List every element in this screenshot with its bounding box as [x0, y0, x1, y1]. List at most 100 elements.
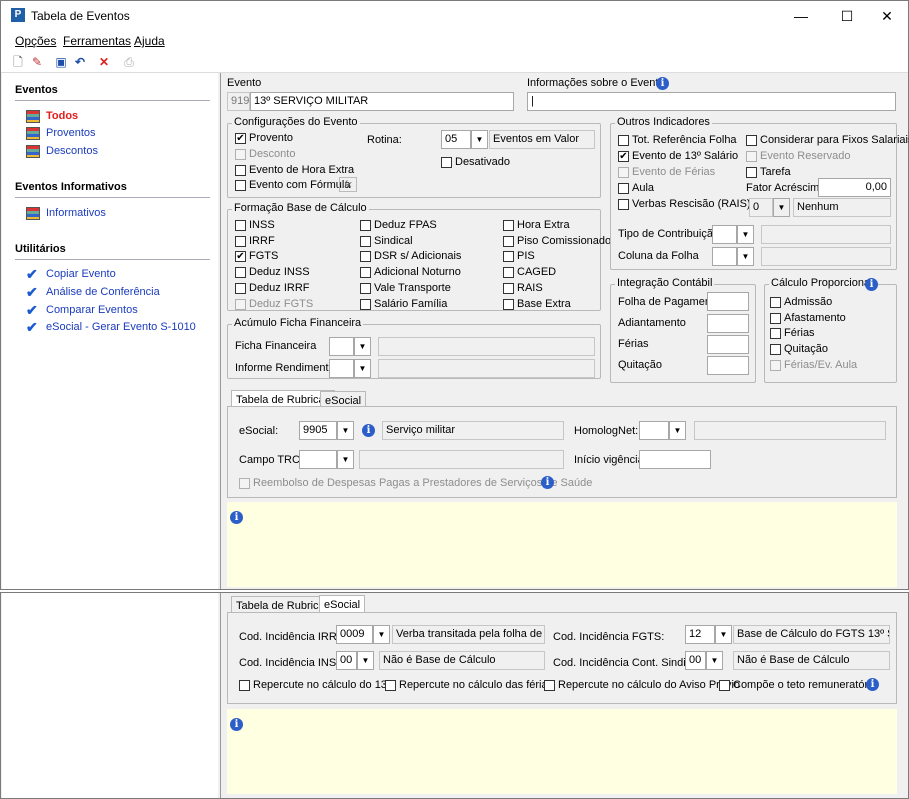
esocial-dropdown-icon[interactable]: ▼ [337, 421, 354, 440]
quitacao-prop-checkbox[interactable] [770, 344, 781, 355]
info-icon[interactable]: i [866, 678, 879, 691]
adiantamento-field[interactable] [707, 314, 749, 333]
info-icon[interactable]: i [230, 718, 243, 731]
irrf-code-field[interactable]: 0009 [336, 625, 373, 644]
inss-dropdown-icon[interactable]: ▼ [357, 651, 374, 670]
fgts-dropdown-icon[interactable]: ▼ [715, 625, 732, 644]
campo-trct-dropdown-icon[interactable]: ▼ [337, 450, 354, 469]
inicio-vigencia-field[interactable] [639, 450, 711, 469]
formacao-checkbox[interactable] [360, 251, 371, 263]
menu-ajuda[interactable]: Ajuda [134, 34, 165, 48]
campo-trct-field[interactable] [299, 450, 337, 469]
close-button[interactable]: ✕ [867, 3, 907, 29]
provento-checkbox[interactable]: ✔ [235, 133, 246, 144]
reembolso-checkbox[interactable] [239, 478, 250, 489]
hora-extra-checkbox[interactable] [235, 165, 246, 176]
edit-icon[interactable]: ✎ [29, 54, 45, 70]
formacao-checkbox[interactable] [235, 267, 246, 279]
menu-opcoes[interactable]: Opções [15, 34, 56, 48]
desativado-checkbox[interactable] [441, 157, 452, 168]
formacao-checkbox[interactable] [235, 282, 246, 294]
homolognet-field[interactable] [639, 421, 669, 440]
fator-field[interactable]: 0,00 [818, 178, 891, 197]
ferias-field[interactable] [707, 335, 749, 354]
formacao-checkbox[interactable] [360, 267, 371, 279]
folha-pagamento-field[interactable] [707, 292, 749, 311]
teto-checkbox[interactable] [719, 680, 730, 691]
quitacao-field[interactable] [707, 356, 749, 375]
fx-icon[interactable]: fx [339, 177, 357, 192]
formacao-checkbox[interactable] [360, 235, 371, 247]
coluna-folha-field[interactable] [712, 247, 737, 266]
coluna-folha-dropdown-icon[interactable]: ▼ [737, 247, 754, 266]
sidebar-item-informativos[interactable]: Informativos [26, 207, 106, 220]
repercute-aviso-checkbox[interactable] [544, 680, 555, 691]
afastamento-checkbox[interactable] [770, 313, 781, 324]
tipo-contrib-dropdown-icon[interactable]: ▼ [737, 225, 754, 244]
sidebar-item-analise[interactable]: ✔ Análise de Conferência [26, 285, 160, 299]
maximize-button[interactable]: ☐ [827, 3, 867, 29]
verbas-rescisao-checkbox[interactable] [618, 199, 629, 210]
evento-13-checkbox[interactable]: ✔ [618, 151, 629, 162]
evento-ferias-checkbox[interactable] [618, 167, 629, 178]
formacao-checkbox[interactable] [503, 267, 514, 279]
tot-ref-checkbox[interactable] [618, 135, 629, 146]
print-icon[interactable]: ⎙ [121, 54, 137, 70]
tarefa-checkbox[interactable] [746, 167, 757, 178]
formacao-checkbox[interactable] [503, 251, 514, 263]
rais-dropdown-icon[interactable]: ▼ [773, 198, 790, 217]
repercute-13-checkbox[interactable] [239, 680, 250, 691]
informe-field[interactable] [329, 359, 354, 378]
formacao-checkbox[interactable] [235, 235, 246, 247]
admissao-checkbox[interactable] [770, 297, 781, 308]
ficha-dropdown-icon[interactable]: ▼ [354, 337, 371, 356]
ferias-prop-checkbox[interactable] [770, 328, 781, 339]
undo-icon[interactable]: ↶ [72, 54, 88, 70]
formacao-checkbox[interactable]: ✔ [235, 251, 246, 263]
formacao-checkbox[interactable] [503, 298, 514, 310]
desconto-checkbox[interactable] [235, 149, 246, 160]
formacao-checkbox[interactable] [360, 282, 371, 294]
formacao-checkbox[interactable] [503, 220, 514, 231]
evento-name-field[interactable]: 13º SERVIÇO MILITAR [250, 92, 514, 111]
info-icon[interactable]: i [865, 278, 878, 291]
aula-checkbox[interactable] [618, 183, 629, 194]
informe-dropdown-icon[interactable]: ▼ [354, 359, 371, 378]
new-document-icon[interactable]: 🗋 [10, 54, 26, 70]
inss-code-field[interactable]: 00 [336, 651, 357, 670]
formacao-checkbox[interactable] [503, 282, 514, 294]
repercute-ferias-checkbox[interactable] [385, 680, 396, 691]
sidebar-item-copiar[interactable]: ✔ Copiar Evento [26, 267, 116, 281]
info-icon[interactable]: i [656, 77, 669, 90]
rotina-dropdown-icon[interactable]: ▼ [471, 130, 488, 149]
save-icon[interactable]: ▣ [53, 54, 69, 70]
info-icon[interactable]: i [541, 476, 554, 489]
minimize-button[interactable]: — [781, 3, 821, 29]
irrf-dropdown-icon[interactable]: ▼ [373, 625, 390, 644]
formacao-checkbox[interactable] [235, 298, 246, 310]
tipo-contrib-field[interactable] [712, 225, 737, 244]
info-icon[interactable]: i [362, 424, 375, 437]
fgts-code-field[interactable]: 12 [685, 625, 715, 644]
formula-checkbox[interactable] [235, 180, 246, 191]
rais-field[interactable]: 0 [749, 198, 773, 217]
formacao-checkbox[interactable] [360, 298, 371, 310]
delete-icon[interactable]: ✕ [96, 54, 112, 70]
sindical-dropdown-icon[interactable]: ▼ [706, 651, 723, 670]
menu-ferramentas[interactable]: Ferramentas [63, 34, 131, 48]
formacao-checkbox[interactable] [503, 235, 514, 247]
sidebar-item-esocial[interactable]: ✔ eSocial - Gerar Evento S-1010 [26, 320, 196, 334]
sidebar-item-comparar[interactable]: ✔ Comparar Eventos [26, 303, 138, 317]
formacao-checkbox[interactable] [360, 220, 371, 231]
sidebar-item-todos[interactable]: Todos [26, 110, 78, 123]
fixos-salariais-checkbox[interactable] [746, 135, 757, 146]
sindical-code-field[interactable]: 00 [685, 651, 706, 670]
info-evento-field[interactable]: | [527, 92, 896, 111]
info-icon[interactable]: i [230, 511, 243, 524]
homolognet-dropdown-icon[interactable]: ▼ [669, 421, 686, 440]
ferias-aula-checkbox[interactable] [770, 360, 781, 371]
sidebar-item-descontos[interactable]: Descontos [26, 145, 98, 158]
rotina-field[interactable]: 05 [441, 130, 471, 149]
formacao-checkbox[interactable] [235, 220, 246, 231]
sidebar-item-proventos[interactable]: Proventos [26, 127, 96, 140]
